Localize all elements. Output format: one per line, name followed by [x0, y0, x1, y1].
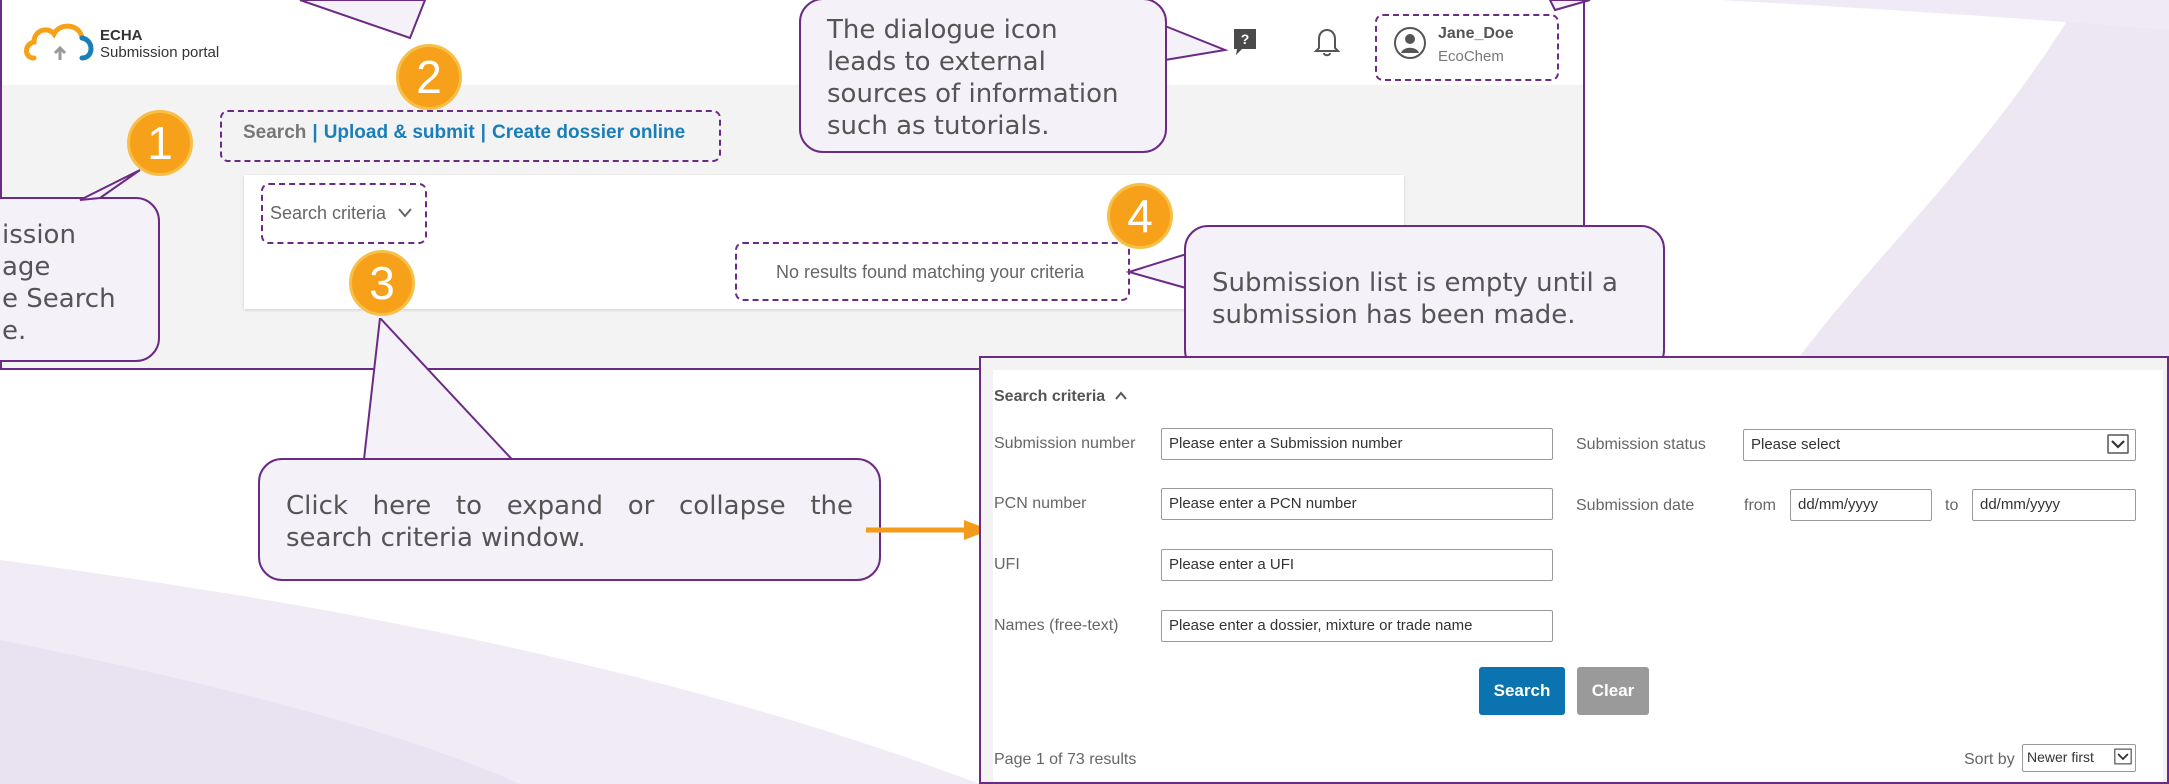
date-to-input[interactable]: dd/mm/yyyy: [1972, 489, 2136, 521]
callout-pointer: [361, 318, 523, 469]
search-button[interactable]: Search: [1479, 667, 1565, 715]
arrow-icon: [866, 520, 990, 540]
pcn-number-label: PCN number: [994, 495, 1087, 512]
ufi-label: UFI: [994, 556, 1020, 573]
callout-line: Submission list is empty until a: [1212, 268, 1618, 298]
badge-4: 4: [1107, 183, 1173, 249]
pcn-number-input[interactable]: Please enter a PCN number: [1161, 488, 1553, 520]
chevron-up-icon: [1114, 391, 1127, 400]
callout-line: search criteria window.: [286, 523, 586, 553]
callout-line: Click here to expand or collapse the: [286, 491, 853, 521]
submission-status-value: Please select: [1751, 436, 1841, 453]
sort-label: Sort by: [1964, 751, 2015, 768]
callout-seam: [365, 460, 517, 464]
pagination-info: Page 1 of 73 results: [994, 751, 1137, 768]
callout-pointer: [1164, 25, 1229, 61]
callout-line: submission has been made.: [1212, 300, 1576, 330]
search-criteria-collapse-toggle[interactable]: Search criteria: [994, 388, 1128, 406]
badge-1: 1: [127, 110, 193, 176]
search-criteria-form: Search criteria Submission number Please…: [993, 370, 2163, 782]
badge-2: 2: [396, 44, 462, 110]
submission-date-label: Submission date: [1576, 497, 1695, 514]
date-from-label: from: [1744, 497, 1776, 514]
callout-line: The dialogue icon: [827, 15, 1058, 45]
search-criteria-panel: Search criteria Submission number Please…: [979, 356, 2169, 784]
names-label: Names (free-text): [994, 617, 1119, 634]
badge-3: 3: [349, 250, 415, 316]
callout-line: sources of information: [827, 79, 1119, 109]
sort-select[interactable]: Newer first: [2022, 744, 2136, 772]
callout-line: leads to external: [827, 47, 1046, 77]
submission-status-select[interactable]: Please select: [1743, 429, 2136, 461]
callout-dialogue-icon: The dialogue icon leads to external sour…: [799, 0, 1167, 153]
callout-expand-collapse: Click here to expand or collapse the sea…: [258, 458, 881, 581]
submission-number-label: Submission number: [994, 435, 1136, 452]
ufi-input[interactable]: Please enter a UFI: [1161, 549, 1553, 581]
callout-empty-list: Submission list is empty until a submiss…: [1184, 225, 1665, 374]
date-to-label: to: [1945, 497, 1959, 514]
panel-title: Search criteria: [994, 388, 1106, 405]
submission-status-label: Submission status: [1576, 436, 1706, 453]
callout-line: such as tutorials.: [827, 111, 1050, 141]
submission-number-input[interactable]: Please enter a Submission number: [1161, 428, 1553, 460]
names-input[interactable]: Please enter a dossier, mixture or trade…: [1161, 610, 1553, 642]
clear-button[interactable]: Clear: [1577, 667, 1649, 715]
sort-value: Newer first: [2027, 749, 2094, 765]
date-from-input[interactable]: dd/mm/yyyy: [1790, 489, 1932, 521]
select-arrow-icon: [2107, 434, 2129, 454]
select-arrow-icon: [2114, 748, 2132, 765]
